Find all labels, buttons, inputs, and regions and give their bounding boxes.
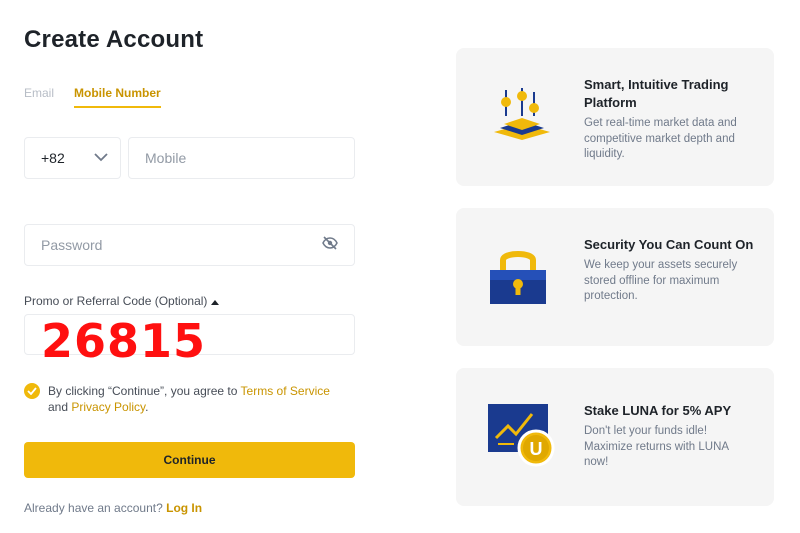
luna-staking-icon: U [486,404,558,473]
country-code-select[interactable]: +82 [24,137,121,179]
feature-heading: Security You Can Count On [584,237,754,252]
feature-card-trading: Smart, Intuitive Trading Platform Get re… [456,48,774,186]
page-title: Create Account [24,26,204,53]
eye-hidden-icon[interactable] [322,235,338,255]
agreement-and: and [48,400,72,414]
mobile-input[interactable]: Mobile [128,137,355,179]
agreement-suffix: . [145,400,149,414]
feature-card-security: Security You Can Count On We keep your a… [456,208,774,346]
caret-up-icon [211,294,220,308]
continue-button[interactable]: Continue [24,442,355,478]
mobile-placeholder: Mobile [145,150,187,166]
checkmark-icon[interactable] [24,383,40,399]
chevron-down-icon [94,149,108,167]
svg-text:U: U [530,439,543,459]
login-link[interactable]: Log In [166,501,202,515]
tab-email[interactable]: Email [24,86,54,108]
login-prompt: Already have an account? Log In [24,501,202,515]
password-input[interactable]: Password [24,224,355,266]
trading-platform-icon [486,86,558,155]
feature-description: We keep your assets securely stored offl… [584,259,738,302]
promo-code-input[interactable]: 26815 [24,314,355,368]
promo-code-toggle[interactable]: Promo or Referral Code (Optional) [24,294,220,308]
signup-tabs: Email Mobile Number [24,86,161,108]
agreement-text: By clicking “Continue”, you agree to Ter… [48,383,330,415]
feature-card-luna: U Stake LUNA for 5% APY Don't let your f… [456,368,774,506]
feature-description: Get real-time market data and competitiv… [584,117,737,160]
agreement-prefix: By clicking “Continue”, you agree to [48,384,241,398]
feature-heading: Smart, Intuitive Trading Platform [584,77,729,110]
privacy-policy-link[interactable]: Privacy Policy [71,400,145,414]
password-placeholder: Password [41,237,103,253]
feature-heading: Stake LUNA for 5% APY [584,403,732,418]
promo-code-label: Promo or Referral Code (Optional) [24,294,208,308]
feature-text-trading: Smart, Intuitive Trading Platform Get re… [584,76,754,163]
terms-agreement: By clicking “Continue”, you agree to Ter… [24,383,354,415]
feature-text-luna: Stake LUNA for 5% APY Don't let your fun… [584,402,754,471]
country-code-value: +82 [41,150,65,166]
feature-description: Don't let your funds idle! Maximize retu… [584,425,729,468]
feature-text-security: Security You Can Count On We keep your a… [584,236,754,305]
terms-of-service-link[interactable]: Terms of Service [241,384,330,398]
login-prompt-text: Already have an account? [24,501,167,515]
tab-mobile-number[interactable]: Mobile Number [74,86,161,108]
promo-code-value: 26815 [41,313,207,368]
padlock-icon [486,246,550,315]
